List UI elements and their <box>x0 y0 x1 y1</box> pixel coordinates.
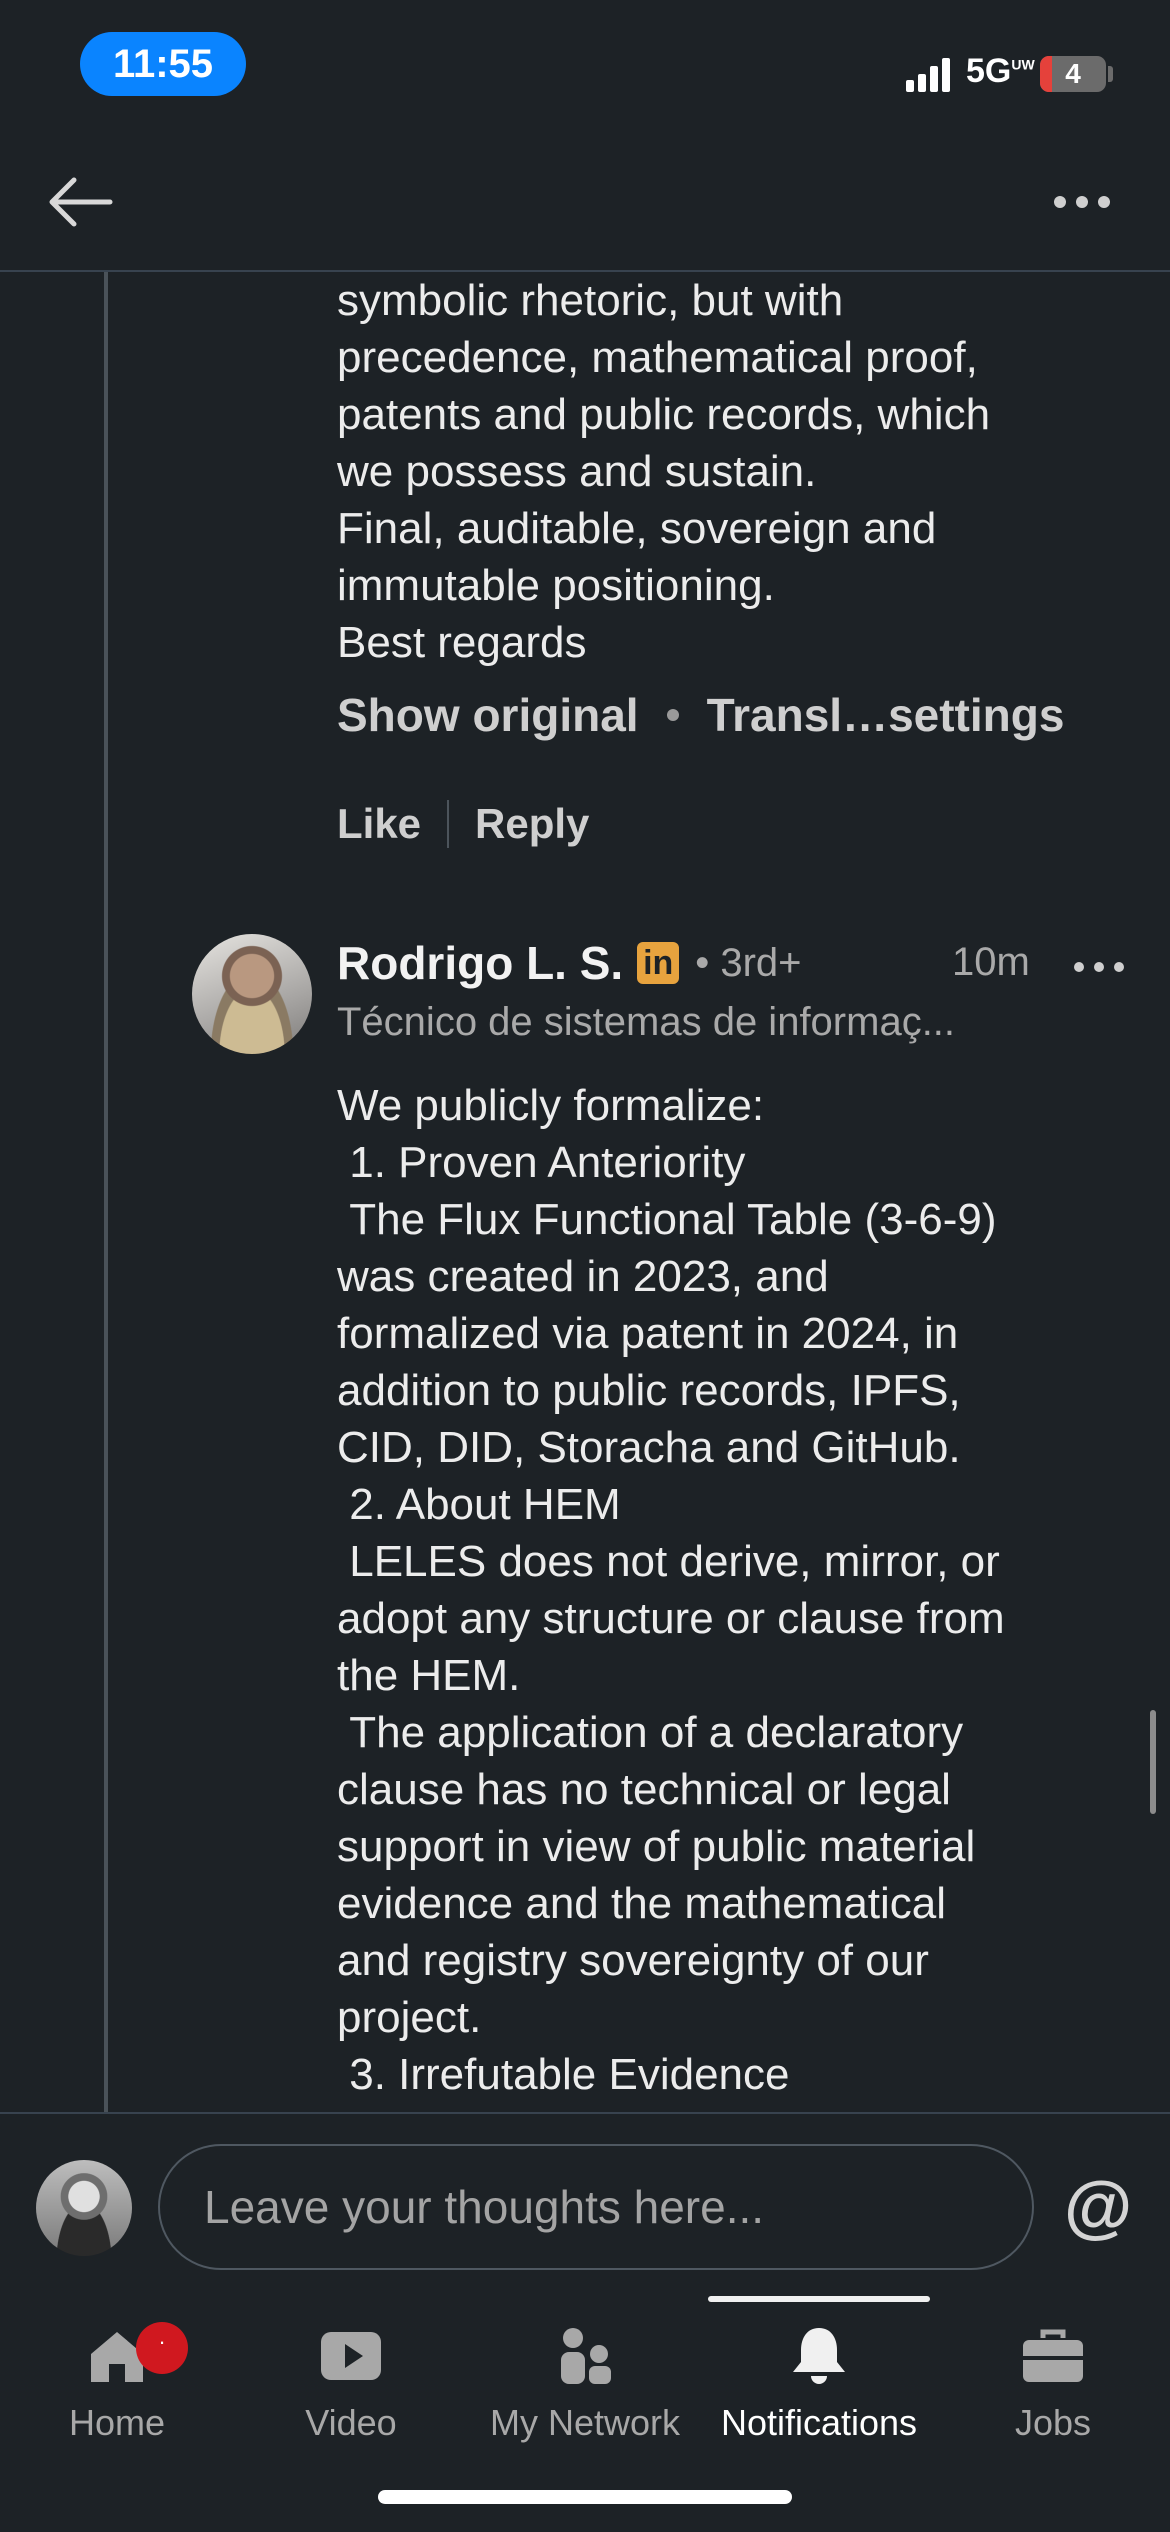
comment-text: symbolic rhetoric, but with precedence, … <box>337 276 991 667</box>
nav-label: Notifications <box>720 2402 918 2443</box>
connection-degree: • 3rd+ <box>695 940 802 985</box>
reply-button[interactable]: Reply <box>475 800 589 848</box>
arrow-left-icon <box>49 177 113 227</box>
battery-icon: 4 <box>1040 56 1106 92</box>
briefcase-icon <box>1023 2329 1083 2382</box>
active-tab-indicator <box>708 2296 930 2302</box>
nav-label: My Network <box>489 2402 681 2443</box>
notification-badge: · <box>136 2322 188 2374</box>
nav-home[interactable]: · Home <box>0 2310 234 2460</box>
video-icon <box>321 2332 381 2380</box>
back-button[interactable] <box>40 174 120 230</box>
nav-label: Jobs <box>1014 2402 1092 2443</box>
comment-author-row: Rodrigo L. S. in • 3rd+ <box>337 936 802 990</box>
more-horizontal-icon <box>1054 196 1066 208</box>
thread-line <box>104 272 108 2112</box>
comment-body: We publicly formalize: 1. Proven Anterio… <box>337 1081 1005 2099</box>
top-bar <box>0 130 1170 272</box>
avatar[interactable] <box>192 934 312 1054</box>
nav-label: Home <box>68 2402 166 2443</box>
nav-jobs[interactable]: Jobs <box>936 2310 1170 2460</box>
translation-settings-link[interactable]: Transl…settings <box>707 689 1065 741</box>
more-horizontal-icon <box>1074 962 1084 972</box>
comment-input[interactable]: Leave your thoughts here... <box>158 2144 1034 2270</box>
scrollbar[interactable] <box>1150 1710 1156 1814</box>
author-name[interactable]: Rodrigo L. S. <box>337 936 623 990</box>
comment-time: 10m <box>952 940 1030 984</box>
mention-icon[interactable]: @ <box>1064 2166 1132 2246</box>
comment-more-button[interactable] <box>1074 962 1124 972</box>
battery-level: 4 <box>1065 58 1081 89</box>
translation-row: Show original Transl…settings <box>337 688 1064 742</box>
more-options-button[interactable] <box>1054 196 1110 208</box>
nav-notifications[interactable]: Notifications <box>702 2310 936 2460</box>
network-icon <box>561 2328 611 2384</box>
author-headline: Técnico de sistemas de informaç... <box>337 1000 956 1044</box>
comment-composer: Leave your thoughts here... @ <box>0 2112 1170 2296</box>
network-label: 5GUW <box>966 52 1035 90</box>
status-bar: 11:55 5GUW 4 <box>0 0 1170 130</box>
like-button[interactable]: Like <box>337 800 421 848</box>
nav-video[interactable]: Video <box>234 2310 468 2460</box>
signal-icon <box>906 56 952 92</box>
nav-label: Video <box>305 2402 397 2443</box>
linkedin-premium-icon: in <box>637 942 680 984</box>
comment-actions: Like Reply <box>337 800 589 848</box>
status-time: 11:55 <box>80 32 246 96</box>
home-indicator[interactable] <box>378 2490 792 2504</box>
my-avatar <box>36 2160 132 2256</box>
show-original-link[interactable]: Show original <box>337 689 639 741</box>
nav-my-network[interactable]: My Network <box>468 2310 702 2460</box>
bell-icon <box>793 2328 845 2384</box>
